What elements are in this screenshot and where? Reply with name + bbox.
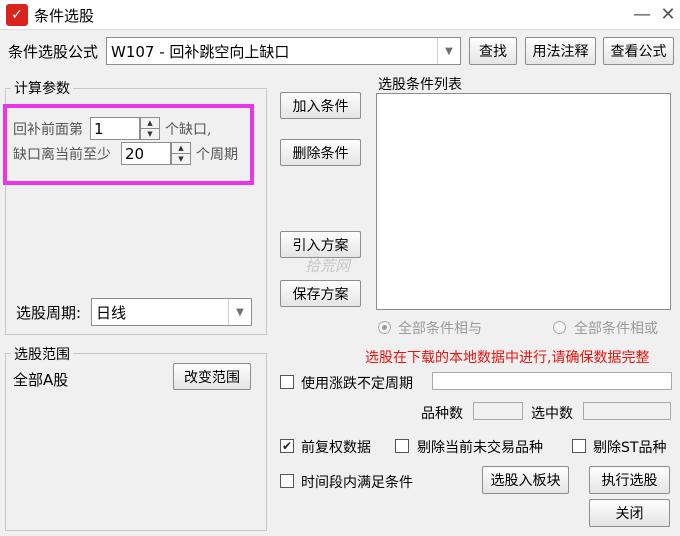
usage-notes-button[interactable]: 用法注释 (525, 37, 596, 65)
minimize-button[interactable]: — (630, 3, 654, 27)
period-label: 选股周期: (16, 304, 82, 322)
exclude-st-checkbox[interactable] (572, 439, 586, 453)
range-group-title: 选股范围 (11, 344, 73, 364)
ribbon-logo-icon: ✓ (6, 4, 28, 26)
close-window-button[interactable]: ✕ (656, 3, 680, 27)
param-1-prefix: 回补前面第 (13, 122, 83, 138)
chevron-down-icon[interactable]: ▼ (437, 38, 460, 64)
spin-down-icon[interactable]: ▼ (141, 129, 159, 140)
spin-up-icon[interactable]: ▲ (141, 118, 159, 129)
param-1-input[interactable]: 1 (90, 117, 140, 140)
logic-and-label: 全部条件相与 (398, 321, 482, 337)
param-1-suffix: 个缺口, (165, 122, 212, 138)
selected-count-field (583, 402, 671, 420)
close-button[interactable]: 关闭 (589, 499, 670, 527)
param-2-spinner[interactable]: ▲ ▼ (171, 142, 191, 165)
time-period-label: 时间段内满足条件 (301, 475, 413, 491)
condition-list[interactable] (376, 93, 671, 310)
pre-adjust-label: 前复权数据 (301, 440, 371, 456)
pre-adjust-checkbox[interactable]: ✔ (280, 439, 294, 453)
variable-period-field[interactable] (432, 372, 672, 390)
delete-condition-button[interactable]: 删除条件 (280, 139, 361, 166)
chevron-down-icon[interactable]: ▼ (228, 299, 251, 325)
formula-label: 条件选股公式 (8, 43, 99, 61)
logic-or-label: 全部条件相或 (574, 321, 658, 337)
param-1-spinner[interactable]: ▲ ▼ (140, 117, 160, 140)
save-scheme-button[interactable]: 保存方案 (280, 280, 361, 307)
execute-selection-button[interactable]: 执行选股 (589, 466, 670, 494)
title-bar (0, 0, 680, 30)
exclude-st-label: 剔除ST品种 (593, 440, 667, 456)
param-2-prefix: 缺口离当前至少 (13, 147, 111, 163)
add-condition-button[interactable]: 加入条件 (280, 92, 361, 119)
param-2-input[interactable]: 20 (121, 142, 171, 165)
formula-select[interactable]: W107 - 回补跳空向上缺口 ▼ (106, 37, 461, 65)
spin-up-icon[interactable]: ▲ (172, 143, 190, 154)
window-title: 条件选股 (34, 7, 95, 25)
variable-period-checkbox[interactable] (280, 375, 294, 389)
view-formula-button[interactable]: 查看公式 (603, 37, 674, 65)
time-period-checkbox[interactable] (280, 474, 294, 488)
change-range-button[interactable]: 改变范围 (173, 363, 251, 390)
range-value: 全部A股 (13, 371, 69, 389)
search-formula-button[interactable]: 查找 (469, 37, 517, 65)
period-select-value: 日线 (96, 303, 127, 322)
spin-down-icon[interactable]: ▼ (172, 154, 190, 165)
exclude-untraded-label: 剔除当前未交易品种 (417, 440, 543, 456)
exclude-untraded-checkbox[interactable] (395, 439, 409, 453)
logic-or-radio[interactable] (553, 321, 566, 334)
import-scheme-button[interactable]: 引入方案 (280, 231, 361, 258)
stock-count-label: 品种数 (421, 406, 463, 422)
condition-list-title: 选股条件列表 (378, 77, 462, 93)
stock-count-field (473, 402, 523, 420)
watermark: 拾荒网 (305, 257, 351, 275)
formula-select-value: W107 - 回补跳空向上缺口 (111, 42, 290, 61)
variable-period-label: 使用涨跌不定周期 (301, 376, 413, 392)
params-group-title: 计算参数 (11, 78, 73, 98)
notice-text: 选股在下载的本地数据中进行,请确保数据完整 (365, 350, 650, 366)
period-select[interactable]: 日线 ▼ (91, 298, 252, 326)
add-to-block-button[interactable]: 选股入板块 (482, 466, 569, 494)
selected-count-label: 选中数 (531, 406, 573, 422)
logic-and-radio[interactable] (378, 321, 391, 334)
param-2-suffix: 个周期 (196, 147, 238, 163)
